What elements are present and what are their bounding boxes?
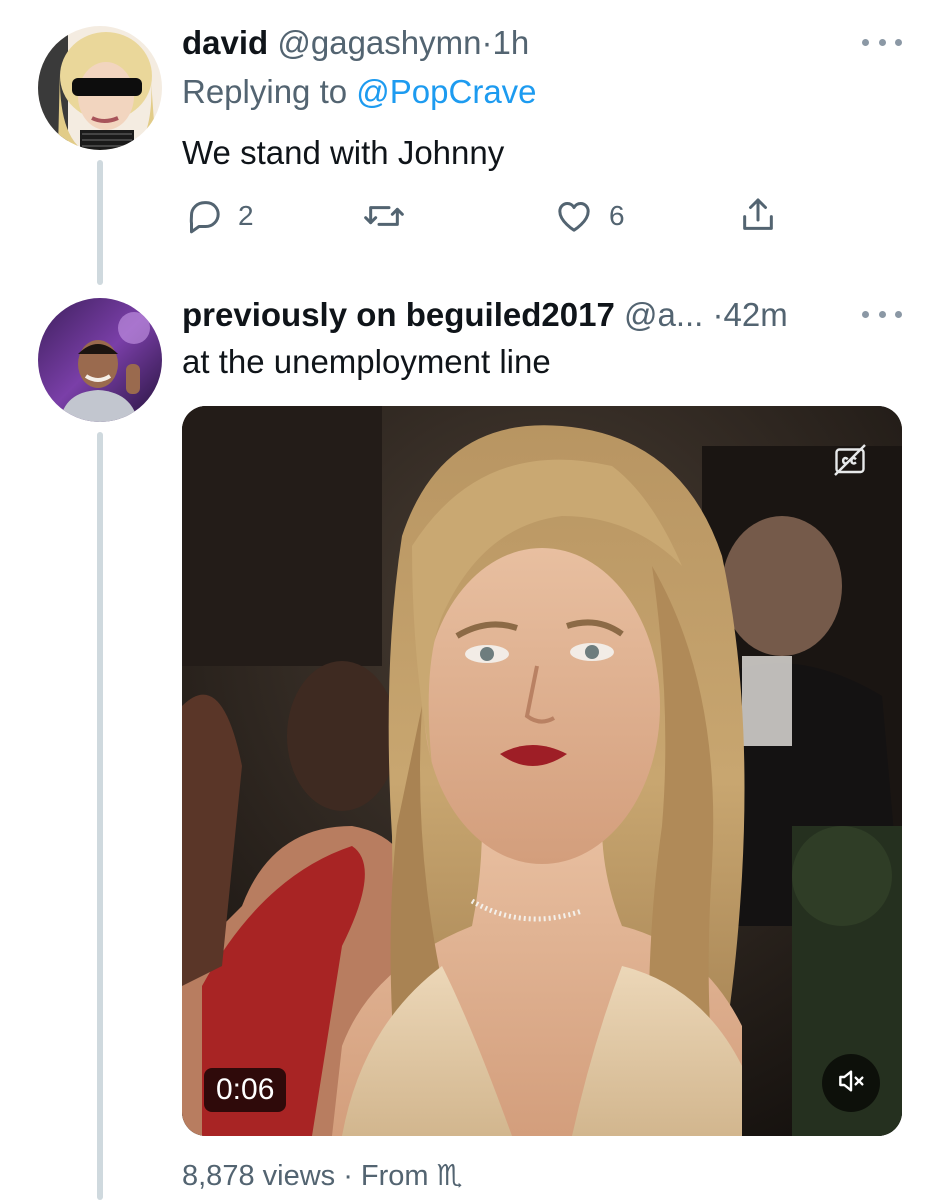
tweet-footer: 8,878 views · From ♏ (182, 1156, 463, 1196)
heart-icon (553, 196, 595, 236)
user-handle[interactable]: @a... (624, 296, 703, 333)
like-button[interactable]: 6 (553, 196, 625, 236)
replying-to: Replying to @PopCrave (182, 72, 537, 112)
avatar[interactable] (38, 26, 162, 150)
share-icon (738, 194, 778, 236)
video-frame (182, 406, 902, 1136)
muted-speaker-icon (835, 1065, 867, 1102)
tweet-time[interactable]: 1h (492, 24, 529, 61)
mute-toggle-button[interactable] (822, 1054, 880, 1112)
like-count: 6 (609, 200, 625, 231)
reply-mention-link[interactable]: @PopCrave (356, 73, 536, 110)
display-name[interactable]: previously on beguiled2017 (182, 296, 615, 333)
tweet-time[interactable]: 42m (724, 296, 788, 333)
view-count: 8,878 views (182, 1160, 336, 1192)
more-icon[interactable] (862, 304, 902, 324)
separator-dot: · (712, 296, 724, 333)
tweet-header: david @gagashymn·1h (182, 23, 529, 63)
thread-line-continued (97, 432, 103, 1200)
separator-dot: · (481, 24, 493, 61)
reply-icon (184, 196, 224, 236)
thread-line (97, 160, 103, 285)
tweet-text: at the unemployment line (182, 343, 551, 380)
video-player[interactable]: 0:06 (182, 406, 902, 1136)
tweet-text: We stand with Johnny (182, 134, 505, 171)
retweet-icon (362, 196, 406, 236)
tweet-header: previously on beguiled2017 @a... ·42m (182, 295, 788, 335)
reply-button[interactable]: 2 (184, 196, 254, 236)
video-duration: 0:06 (204, 1068, 287, 1112)
from-source-glyph[interactable]: ♏ (437, 1160, 463, 1192)
closed-captions-off-icon[interactable] (832, 442, 868, 478)
from-label: · From (343, 1160, 429, 1192)
avatar[interactable] (38, 298, 162, 422)
share-button[interactable] (738, 194, 778, 236)
display-name[interactable]: david (182, 24, 268, 61)
reply-count: 2 (238, 200, 254, 231)
more-icon[interactable] (862, 32, 902, 52)
user-handle[interactable]: @gagashymn (277, 24, 481, 61)
replying-to-label: Replying to (182, 73, 348, 110)
retweet-button[interactable] (362, 196, 420, 236)
